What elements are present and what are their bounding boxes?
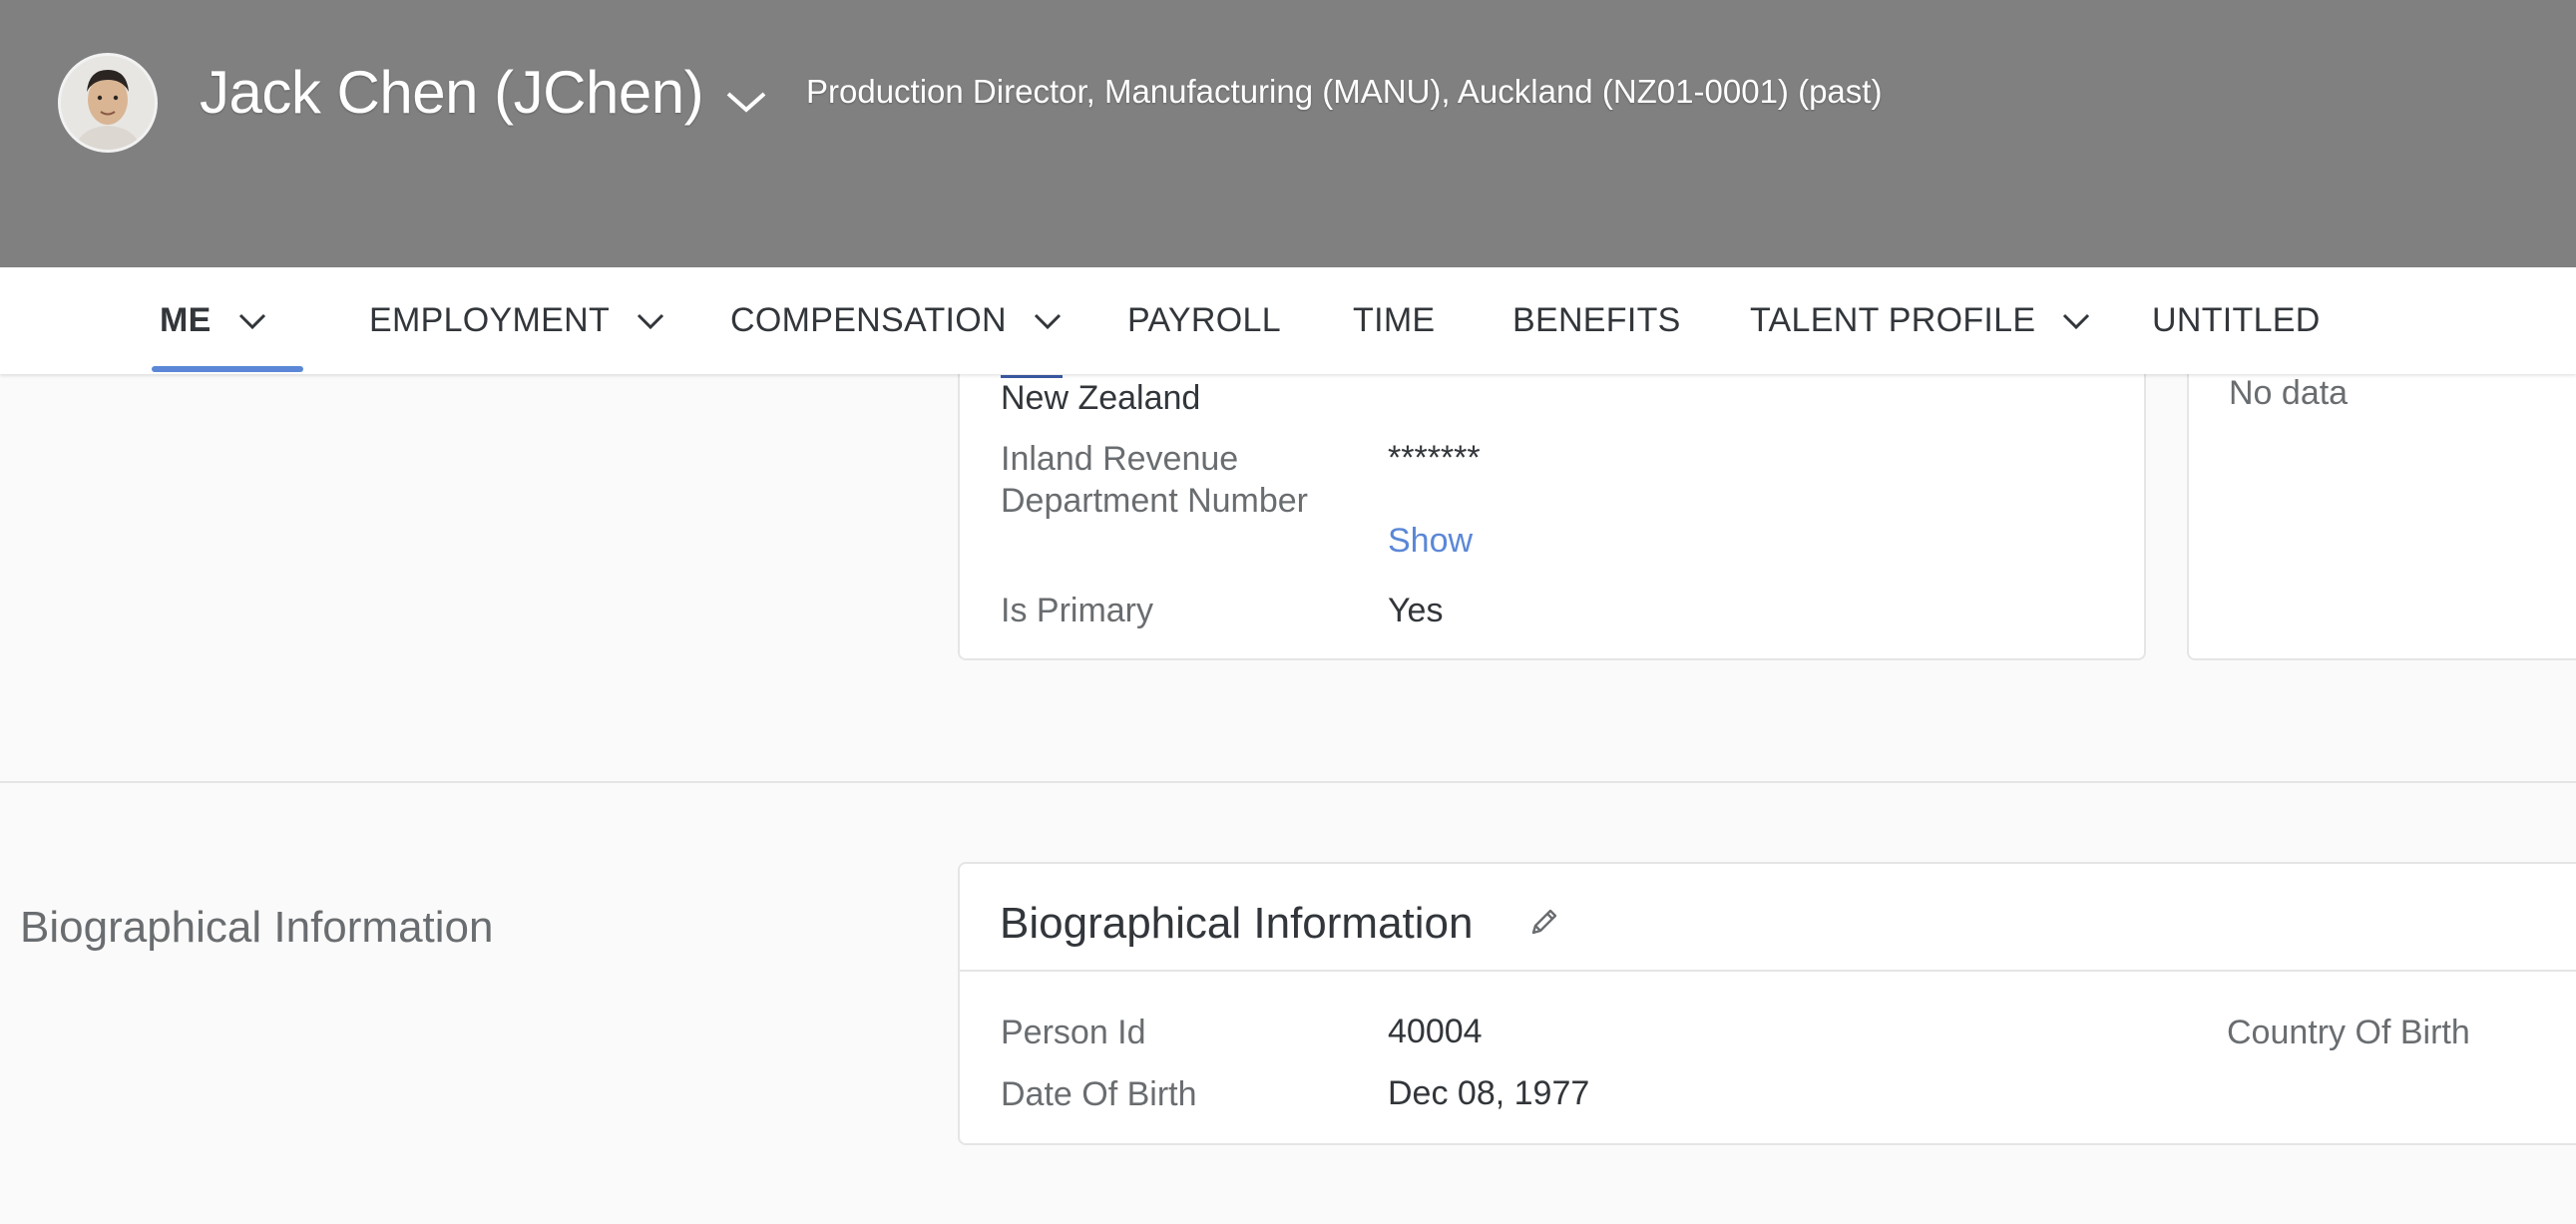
ird-number-label-line1: Inland Revenue [1001, 440, 1239, 478]
person-id-value: 40004 [1388, 1013, 1483, 1050]
tab-compensation[interactable]: COMPENSATION [730, 267, 1063, 374]
chevron-down-icon[interactable] [724, 86, 768, 116]
tab-label: TALENT PROFILE [1750, 301, 2036, 339]
pencil-edit-icon[interactable] [1524, 902, 1564, 942]
is-primary-value: Yes [1388, 592, 1444, 629]
chevron-down-icon[interactable] [636, 311, 665, 331]
country-of-birth-label: Country Of Birth [2227, 1014, 2470, 1051]
tab-time[interactable]: TIME [1353, 267, 1435, 374]
employee-position: Production Director, Manufacturing (MANU… [806, 73, 1883, 110]
active-tab-indicator [152, 366, 303, 372]
scrolled-link-underline [1001, 375, 1063, 378]
tab-label: UNTITLED [2152, 301, 2321, 339]
ird-number-value: ******* [1388, 439, 1481, 477]
tab-untitled[interactable]: UNTITLED [2152, 267, 2321, 374]
tab-label: EMPLOYMENT [369, 301, 611, 339]
national-id-country: New Zealand [1001, 379, 1201, 417]
no-data-text: No data [2229, 374, 2349, 412]
tab-payroll[interactable]: PAYROLL [1127, 267, 1281, 374]
chevron-down-icon[interactable] [237, 311, 267, 331]
chevron-down-icon[interactable] [2061, 311, 2091, 331]
profile-header: Jack Chen (JChen) Production Director, M… [0, 0, 2576, 267]
tab-label: ME [160, 301, 212, 339]
employee-name[interactable]: Jack Chen (JChen) [200, 58, 704, 127]
avatar-photo-icon [61, 56, 155, 150]
tab-me[interactable]: ME [160, 267, 267, 374]
date-of-birth-label: Date Of Birth [1001, 1075, 1197, 1113]
tab-label: COMPENSATION [730, 301, 1007, 339]
biographical-info-card: Biographical Information [958, 862, 2576, 1145]
tab-label: PAYROLL [1127, 301, 1281, 339]
section-divider [0, 781, 2576, 783]
tab-benefits[interactable]: BENEFITS [1512, 267, 1681, 374]
ird-number-label-line2: Department Number [1001, 482, 1309, 520]
biographical-section-label: Biographical Information [20, 903, 494, 952]
card-header-separator [960, 970, 2576, 972]
biographical-card-title: Biographical Information [1000, 899, 1474, 948]
is-primary-label: Is Primary [1001, 592, 1153, 629]
show-ird-number-link[interactable]: Show [1388, 522, 1473, 561]
tab-employment[interactable]: EMPLOYMENT [369, 267, 665, 374]
date-of-birth-value: Dec 08, 1977 [1388, 1074, 1590, 1112]
tab-label: TIME [1353, 301, 1436, 339]
section-tab-bar: ME EMPLOYMENT COMPENSATION PAYROLL TIME … [0, 267, 2576, 374]
tab-talent-profile[interactable]: TALENT PROFILE [1750, 267, 2091, 374]
chevron-down-icon[interactable] [1033, 311, 1063, 331]
user-avatar[interactable] [58, 53, 158, 153]
tab-label: BENEFITS [1512, 301, 1681, 339]
person-id-label: Person Id [1001, 1014, 1146, 1051]
